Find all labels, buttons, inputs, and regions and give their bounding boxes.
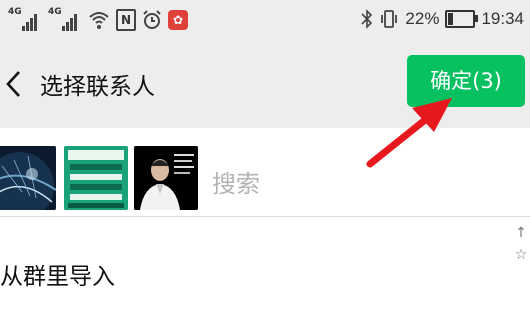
bluetooth-icon bbox=[361, 9, 373, 29]
list-item-label: 从群里导入 bbox=[0, 264, 115, 290]
avatar-earth-image[interactable] bbox=[0, 146, 56, 210]
app-notification-icon: ✿ bbox=[168, 10, 188, 30]
selected-contacts-bar: 搜索 bbox=[0, 128, 530, 218]
confirm-button[interactable]: 确定(3) bbox=[407, 55, 525, 107]
battery-icon bbox=[445, 10, 479, 28]
vibrate-icon bbox=[381, 10, 398, 28]
signal-icon: 4G bbox=[8, 7, 42, 31]
wifi-icon bbox=[89, 12, 109, 29]
avatar-green-poster-image[interactable] bbox=[64, 146, 128, 210]
back-chevron-icon[interactable] bbox=[4, 69, 24, 99]
battery-percent: 22% bbox=[405, 9, 440, 28]
status-bar: 4G 4G N ✿ 22% 19:34 bbox=[0, 0, 530, 40]
index-star[interactable]: ☆ bbox=[514, 244, 528, 266]
alphabet-index-bar[interactable]: ↑ ☆ bbox=[514, 222, 528, 266]
search-input[interactable]: 搜索 bbox=[212, 164, 260, 199]
top-bar: 选择联系人 确定(3) bbox=[0, 40, 530, 128]
avatar-man-portrait-image[interactable] bbox=[134, 146, 198, 210]
list-item[interactable]: 从群里导入 bbox=[0, 217, 530, 320]
index-top-arrow[interactable]: ↑ bbox=[514, 222, 528, 244]
clock: 19:34 bbox=[481, 9, 524, 28]
page-title: 选择联系人 bbox=[40, 74, 155, 100]
nfc-icon: N bbox=[116, 9, 136, 31]
alarm-icon bbox=[143, 10, 161, 29]
signal-icon: 4G bbox=[48, 7, 82, 31]
